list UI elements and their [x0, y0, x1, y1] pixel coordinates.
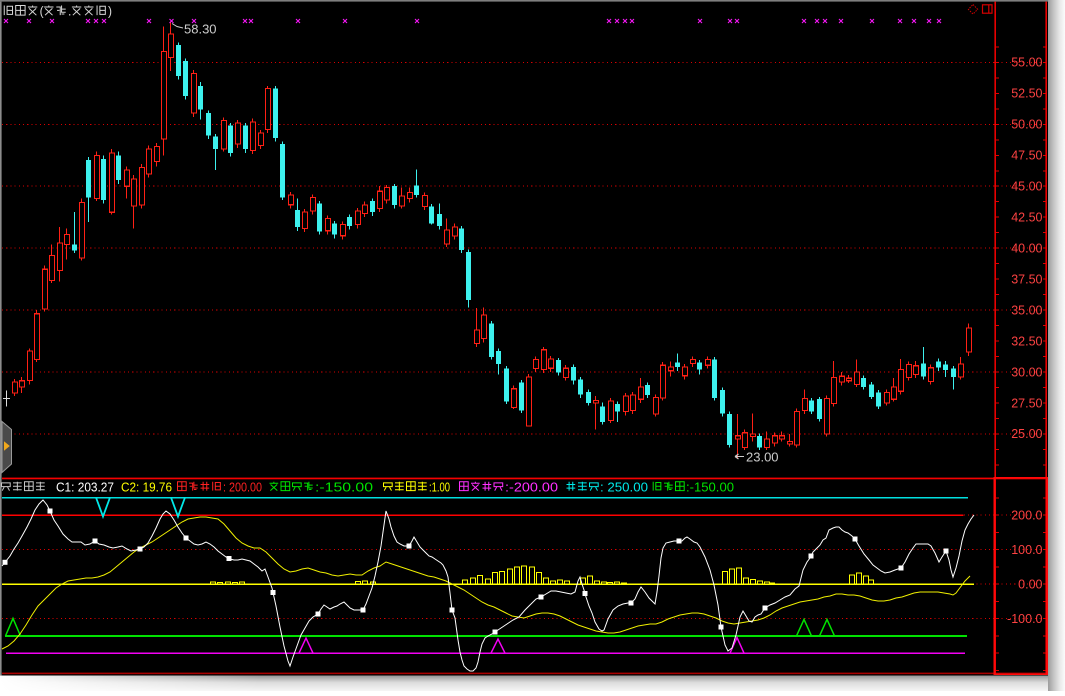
svg-text:35.00: 35.00: [1011, 303, 1042, 317]
svg-text:: 200.00: : 200.00: [223, 481, 262, 495]
svg-text:25.00: 25.00: [1011, 427, 1042, 441]
svg-text:58.30: 58.30: [184, 22, 217, 37]
svg-text:100.0: 100.0: [1011, 543, 1042, 557]
svg-text:42.50: 42.50: [1011, 211, 1042, 225]
svg-text:40.00: 40.00: [1011, 242, 1042, 256]
svg-text:47.50: 47.50: [1011, 149, 1042, 163]
svg-text::-150.00: :-150.00: [315, 481, 373, 495]
svg-text:30.00: 30.00: [1011, 365, 1042, 379]
svg-text:45.00: 45.00: [1011, 180, 1042, 194]
svg-text::-200.00: :-200.00: [505, 481, 558, 495]
svg-text:55.00: 55.00: [1011, 56, 1042, 70]
svg-text::-150.00: :-150.00: [686, 481, 734, 495]
svg-text:52.50: 52.50: [1011, 87, 1042, 101]
svg-text:32.50: 32.50: [1011, 334, 1042, 348]
svg-text:-100.0: -100.0: [1007, 612, 1042, 626]
svg-text:(: (: [40, 4, 45, 19]
svg-text:37.50: 37.50: [1011, 272, 1042, 286]
svg-text:50.00: 50.00: [1011, 118, 1042, 132]
svg-text:200.0: 200.0: [1011, 508, 1042, 522]
svg-text:): ): [108, 4, 112, 19]
svg-text:0.00: 0.00: [1018, 577, 1042, 591]
svg-text::1.00: :1.00: [429, 481, 450, 495]
svg-text:C2: 19.76: C2: 19.76: [121, 481, 172, 495]
svg-text:.: .: [68, 4, 71, 19]
svg-text:23.00: 23.00: [746, 450, 779, 465]
svg-text:27.50: 27.50: [1011, 396, 1042, 410]
svg-text:: 250.00: : 250.00: [600, 481, 648, 495]
svg-text:C1: 203.27: C1: 203.27: [56, 481, 114, 495]
